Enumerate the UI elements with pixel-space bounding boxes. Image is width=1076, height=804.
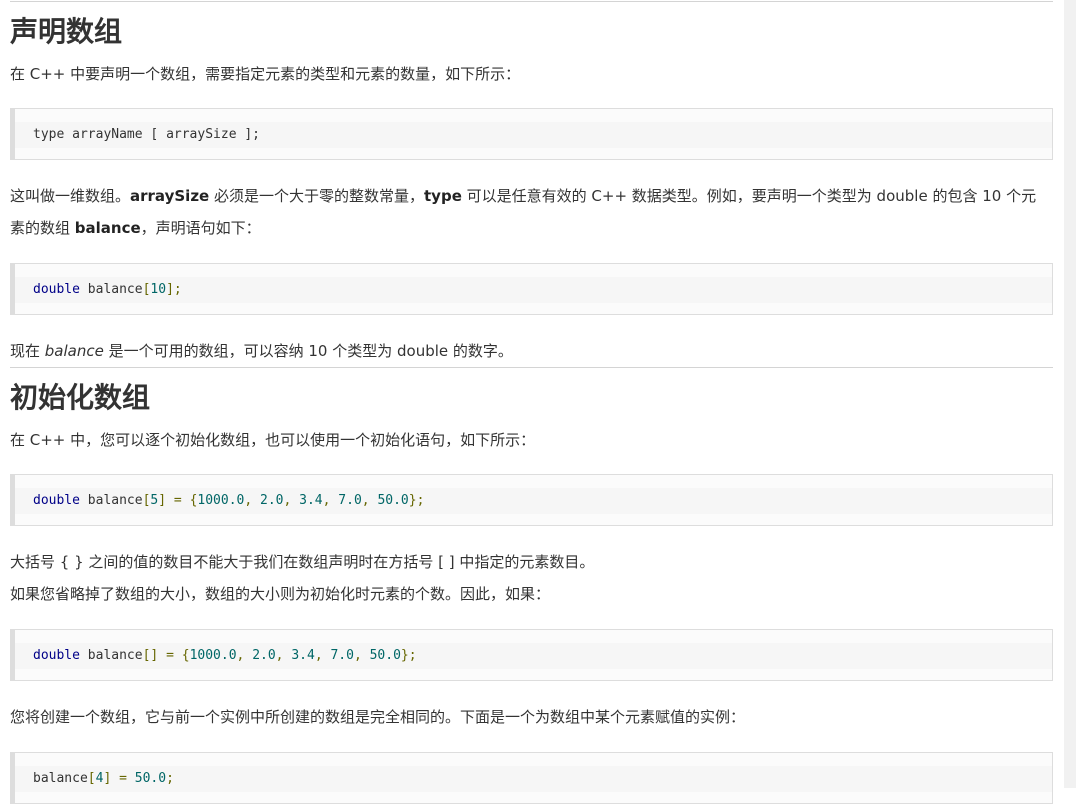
- declare-explanation: 这叫做一维数组。arraySize 必须是一个大于零的整数常量，type 可以是…: [10, 187, 1037, 237]
- section-title-declare: 声明数组: [10, 15, 123, 48]
- code-block-init-sized: double balance[5] = {1000.0, 2.0, 3.4, 7…: [10, 474, 1053, 526]
- code-block-init-unsized: double balance[] = {1000.0, 2.0, 3.4, 7.…: [10, 629, 1053, 681]
- init-brace-note: 大括号 { } 之间的值的数目不能大于我们在数组声明时在方括号 [ ] 中指定的…: [10, 553, 595, 571]
- code-line: type arrayName [ arraySize ];: [33, 127, 261, 142]
- code-line: double balance[10];: [33, 282, 182, 297]
- code-block-assign-element: balance[4] = 50.0;: [10, 752, 1053, 804]
- code-line: double balance[] = {1000.0, 2.0, 3.4, 7.…: [33, 648, 417, 663]
- section-divider: [10, 1, 1053, 2]
- code-line: balance[4] = 50.0;: [33, 771, 174, 786]
- init-same-array-note: 您将创建一个数组，它与前一个实例中所创建的数组是完全相同的。下面是一个为数组中某…: [10, 708, 746, 726]
- code-line: double balance[5] = {1000.0, 2.0, 3.4, 7…: [33, 493, 425, 508]
- page-scrollbar[interactable]: [1064, 0, 1076, 788]
- section-divider: [10, 367, 1053, 368]
- article-content: 声明数组 在 C++ 中要声明一个数组，需要指定元素的类型和元素的数量，如下所示…: [0, 0, 1053, 804]
- init-intro: 在 C++ 中，您可以逐个初始化数组，也可以使用一个初始化语句，如下所示：: [10, 431, 536, 449]
- init-omit-size-note: 如果您省略掉了数组的大小，数组的大小则为初始化时元素的个数。因此，如果：: [10, 585, 551, 603]
- section-title-init: 初始化数组: [10, 381, 151, 414]
- code-block-declare-example: double balance[10];: [10, 263, 1053, 315]
- declare-intro: 在 C++ 中要声明一个数组，需要指定元素的类型和元素的数量，如下所示：: [10, 65, 521, 83]
- code-block-declare-syntax: type arrayName [ arraySize ];: [10, 108, 1053, 160]
- declare-note: 现在 balance 是一个可用的数组，可以容纳 10 个类型为 double …: [10, 342, 513, 360]
